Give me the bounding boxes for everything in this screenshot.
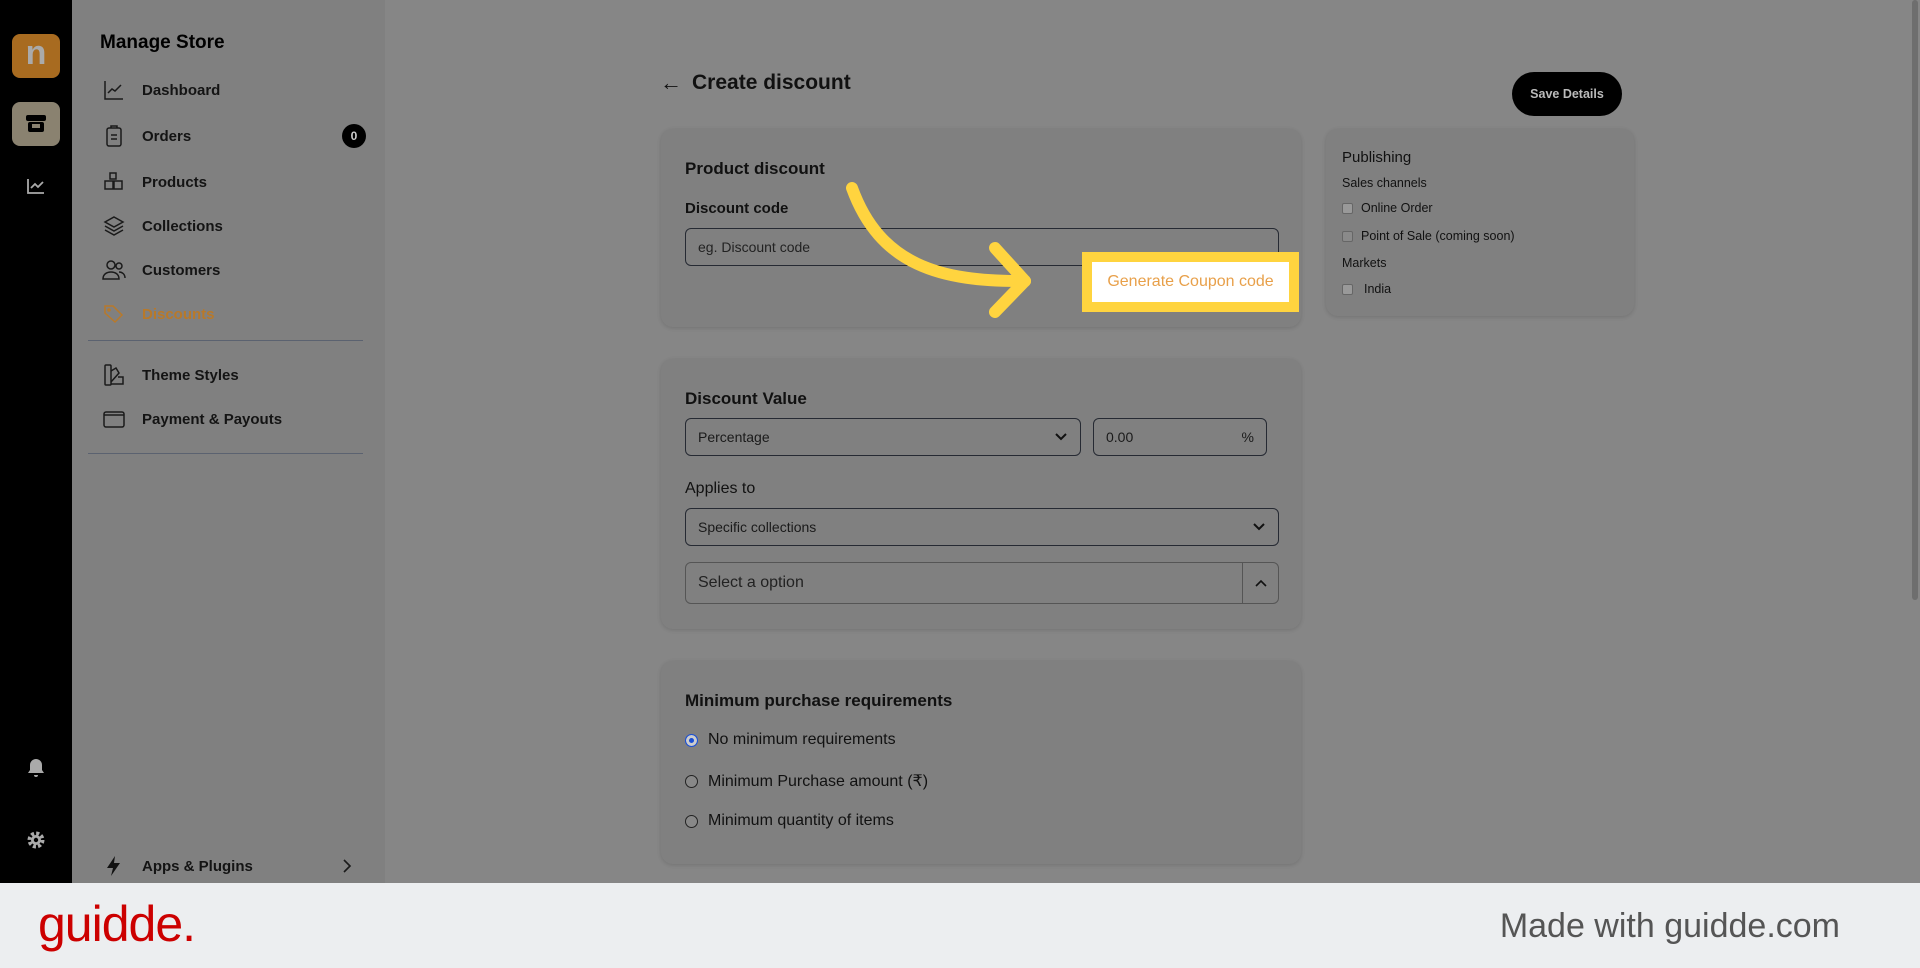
applies-to-select[interactable]: Specific collections	[685, 508, 1279, 546]
generate-coupon-code-button[interactable]: Generate Coupon code	[1107, 273, 1273, 291]
applies-to-value: Specific collections	[698, 519, 817, 535]
checkbox-india[interactable]: India	[1342, 282, 1391, 296]
save-details-button[interactable]: Save Details	[1512, 72, 1622, 116]
sidebar-item-label: Payment & Payouts	[142, 410, 283, 428]
radio-minimum-quantity[interactable]: Minimum quantity of items	[685, 812, 894, 830]
store-icon	[26, 115, 46, 132]
sidebar-item-discounts[interactable]: Discounts	[102, 299, 362, 329]
sidebar-item-label: Discounts	[142, 305, 215, 323]
sidebar: Manage Store Dashboard Orders 0 Products …	[72, 0, 385, 883]
chart-line-icon	[104, 81, 123, 100]
lightning-icon	[107, 856, 120, 876]
minimum-purchase-card: Minimum purchase requirements No minimum…	[661, 661, 1301, 864]
radio-label: Minimum quantity of items	[708, 812, 894, 829]
gear-icon	[27, 831, 45, 849]
sidebar-item-label: Theme Styles	[142, 366, 239, 384]
discount-code-label: Discount code	[685, 200, 789, 217]
chevron-up-icon	[1254, 579, 1267, 587]
sidebar-item-label: Collections	[142, 217, 223, 235]
layers-icon	[103, 216, 125, 236]
publishing-card: Publishing Sales channels Online Order P…	[1326, 129, 1634, 316]
wallet-icon	[103, 411, 125, 428]
discount-value-input[interactable]: 0.00%	[1093, 418, 1267, 456]
card-title: Minimum purchase requirements	[685, 691, 953, 710]
collections-multiselect[interactable]: Select a option	[685, 562, 1279, 604]
generate-coupon-highlight: Generate Coupon code	[1082, 252, 1299, 312]
discount-type-value: Percentage	[698, 429, 770, 445]
analytics-icon	[27, 179, 44, 194]
sidebar-item-customers[interactable]: Customers	[102, 255, 362, 285]
sidebar-item-label: Orders	[142, 127, 192, 145]
radio-no-minimum[interactable]: No minimum requirements	[685, 731, 896, 749]
select-placeholder: Select a option	[698, 574, 804, 591]
markets-label: Markets	[1342, 256, 1387, 270]
sidebar-divider	[88, 453, 363, 454]
clipboard-icon	[106, 125, 122, 147]
scrollbar[interactable]	[1912, 0, 1918, 600]
logo-letter: n	[25, 33, 47, 72]
sidebar-item-label: Dashboard	[142, 81, 221, 99]
applies-to-label: Applies to	[685, 480, 756, 497]
checkbox-label: Point of Sale (coming soon)	[1361, 229, 1515, 243]
sidebar-item-label: Apps & Plugins	[142, 857, 253, 875]
page-title: Create discount	[692, 71, 851, 94]
radio-minimum-amount[interactable]: Minimum Purchase amount (₹)	[685, 771, 928, 791]
checkbox-label: India	[1364, 282, 1392, 296]
sidebar-title: Manage Store	[100, 32, 225, 53]
made-with-credit: Made with guidde.com	[1499, 907, 1840, 945]
chevron-down-icon	[1253, 523, 1265, 531]
sidebar-item-products[interactable]: Products	[102, 167, 362, 197]
discount-type-select[interactable]: Percentage	[685, 418, 1081, 456]
sidebar-item-payment-payouts[interactable]: Payment & Payouts	[102, 404, 362, 434]
app-rail: n	[0, 0, 72, 883]
boxes-icon	[104, 172, 123, 190]
discount-value-card: Discount Value Percentage 0.00% Applies …	[661, 359, 1301, 629]
users-icon	[102, 260, 126, 280]
analytics-button[interactable]	[12, 164, 60, 208]
bell-icon	[28, 759, 44, 777]
store-button[interactable]	[12, 102, 60, 146]
sidebar-item-label: Customers	[142, 261, 221, 279]
checkbox-label: Online Order	[1361, 201, 1433, 215]
sales-channels-label: Sales channels	[1342, 176, 1427, 190]
sidebar-item-collections[interactable]: Collections	[102, 211, 362, 241]
footer-banner: guidde. Made with guidde.com	[0, 883, 1920, 968]
multiselect-toggle[interactable]	[1242, 563, 1278, 603]
guide-arrow-icon	[846, 182, 1031, 318]
sidebar-item-theme-styles[interactable]: Theme Styles	[102, 360, 362, 390]
percent-unit: %	[1241, 429, 1254, 445]
radio-label: No minimum requirements	[708, 731, 896, 748]
palette-icon	[104, 364, 124, 386]
checkbox-online-order[interactable]: Online Order	[1342, 201, 1433, 215]
sidebar-item-label: Products	[142, 173, 208, 191]
radio-label: Minimum Purchase amount (₹)	[708, 773, 929, 790]
card-title: Publishing	[1342, 149, 1412, 166]
card-title: Product discount	[685, 159, 825, 178]
app-logo[interactable]: n	[12, 34, 60, 78]
card-title: Discount Value	[685, 389, 807, 408]
tag-icon	[104, 305, 124, 324]
sidebar-item-dashboard[interactable]: Dashboard	[102, 75, 362, 105]
chevron-down-icon	[1055, 433, 1067, 441]
discount-code-placeholder: eg. Discount code	[698, 239, 811, 255]
notifications-button[interactable]	[12, 746, 60, 790]
checkbox-point-of-sale[interactable]: Point of Sale (coming soon)	[1342, 229, 1515, 243]
back-arrow-icon[interactable]: ←	[660, 70, 682, 96]
discount-value: 0.00	[1106, 429, 1134, 445]
sidebar-divider	[88, 340, 363, 341]
sidebar-item-apps-plugins[interactable]: Apps & Plugins	[102, 851, 362, 881]
save-label: Save Details	[1530, 87, 1604, 101]
guidde-logo: guidde.	[38, 896, 196, 952]
orders-count-badge: 0	[342, 124, 366, 148]
chevron-right-icon	[343, 859, 352, 873]
page-header: ← Create discount	[660, 70, 851, 96]
settings-button[interactable]	[12, 818, 60, 862]
sidebar-item-orders[interactable]: Orders 0	[102, 121, 366, 151]
